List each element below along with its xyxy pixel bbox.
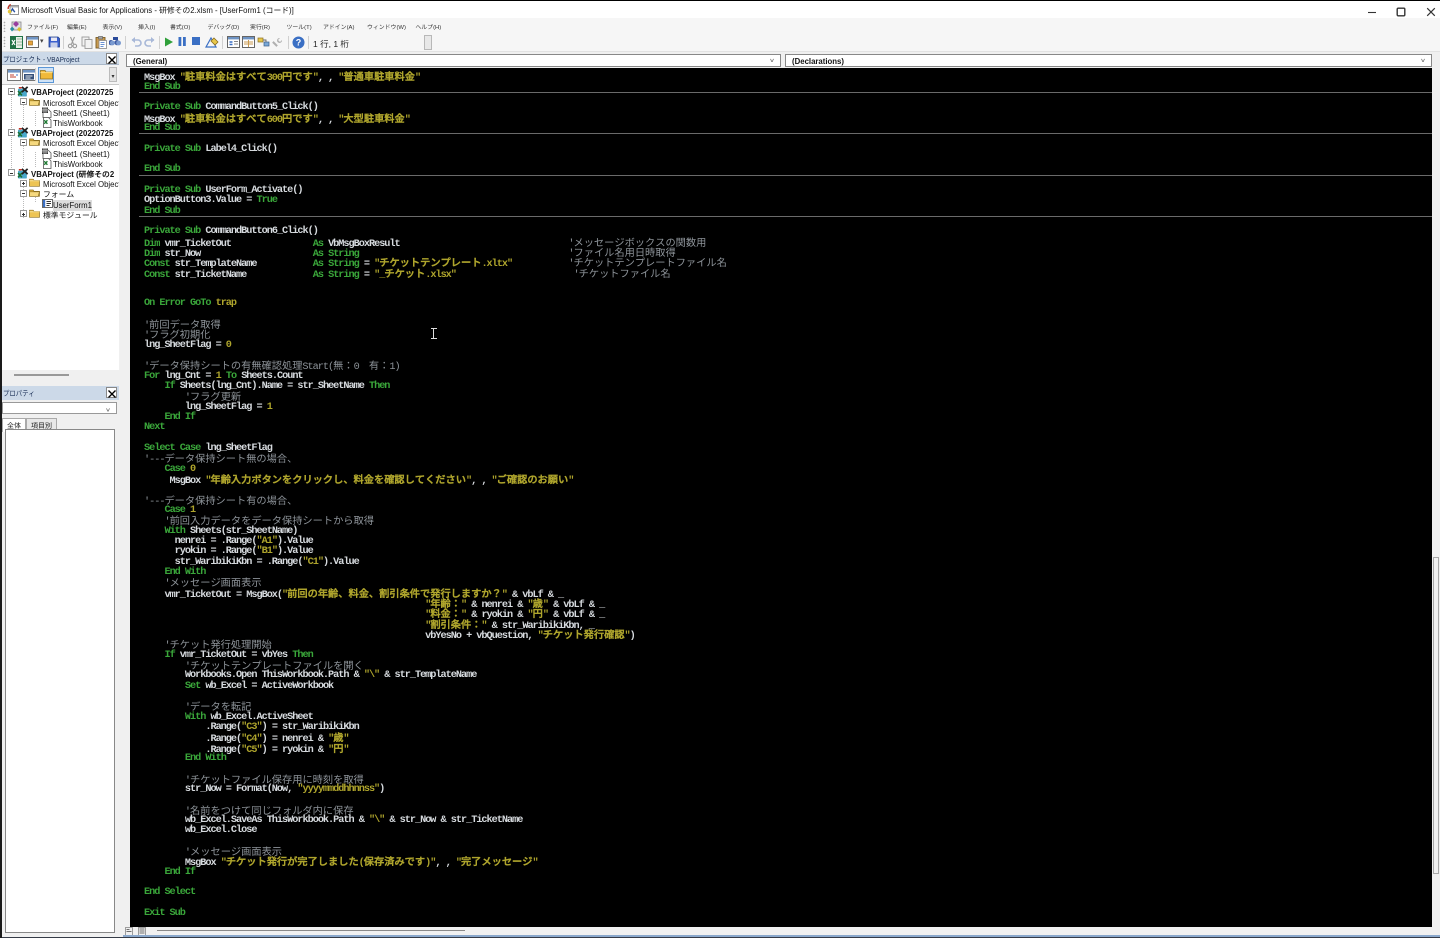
svg-text:?: ? [296,38,302,48]
